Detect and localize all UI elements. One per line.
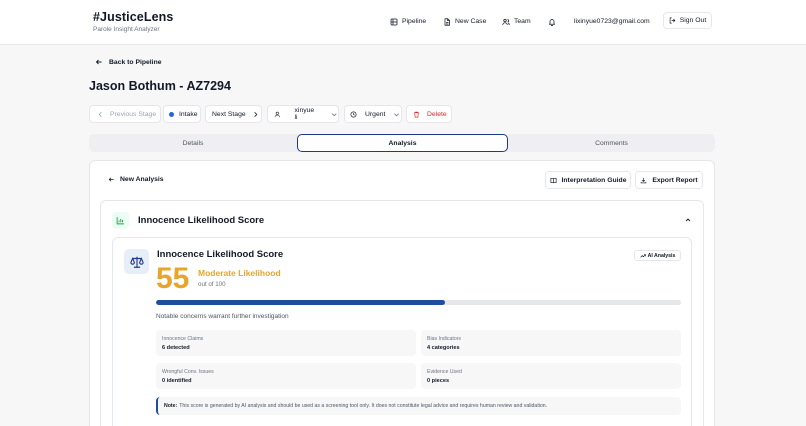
top-header: #JusticeLens Parole Insight Analyzer Pip… bbox=[0, 0, 806, 45]
arrow-left-icon bbox=[95, 59, 102, 65]
stat-value: 0 pieces bbox=[427, 378, 450, 384]
ai-analysis-label: AI Analysis bbox=[647, 252, 676, 259]
export-report-button[interactable]: Export Report bbox=[635, 171, 703, 189]
delete-button[interactable]: Delete bbox=[406, 105, 452, 123]
ai-analysis-badge: AI Analysis bbox=[634, 250, 681, 261]
brand[interactable]: #JusticeLens Parole Insight Analyzer bbox=[93, 10, 173, 33]
back-to-pipeline-link[interactable]: Back to Pipeline bbox=[95, 58, 162, 66]
score-value: 55 bbox=[156, 262, 190, 295]
nav-team[interactable]: Team bbox=[502, 14, 531, 29]
priority-select[interactable]: Urgent bbox=[344, 105, 402, 123]
page-title: Jason Bothum - AZ7294 bbox=[89, 79, 231, 93]
previous-stage-label: Previous Stage bbox=[110, 110, 157, 118]
tab-comments[interactable]: Comments bbox=[508, 134, 715, 152]
current-stage-label: Intake bbox=[179, 110, 198, 118]
document-icon bbox=[444, 17, 450, 26]
team-icon bbox=[502, 18, 510, 25]
score-card-title: Innocence Likelihood Score bbox=[157, 249, 284, 260]
brand-subtitle: Parole Insight Analyzer bbox=[93, 26, 160, 33]
stat-value: 4 categories bbox=[427, 345, 460, 351]
current-stage-badge: Intake bbox=[163, 105, 201, 123]
chevron-left-icon bbox=[98, 111, 102, 117]
previous-stage-button[interactable]: Previous Stage bbox=[89, 105, 161, 123]
bar-chart-icon bbox=[112, 212, 129, 229]
tab-details[interactable]: Details bbox=[89, 134, 297, 152]
stat-value: 0 identified bbox=[162, 378, 192, 384]
delete-label: Delete bbox=[427, 110, 447, 118]
logout-icon bbox=[669, 17, 676, 24]
score-progress-fill bbox=[156, 300, 445, 305]
user-icon bbox=[274, 111, 280, 117]
stat-label: Bias Indicators bbox=[427, 336, 462, 342]
stage-dot bbox=[169, 111, 174, 117]
bell-icon bbox=[548, 18, 556, 26]
sign-out-label: Sign Out bbox=[679, 17, 707, 24]
stat-wrongful-conviction-issues: Wrongful Conv. Issues 0 identified bbox=[156, 363, 416, 389]
chevron-right-icon bbox=[253, 111, 258, 117]
stat-label: Evidence Used bbox=[427, 369, 462, 375]
tab-bar: Details Analysis Comments bbox=[89, 134, 715, 152]
download-icon bbox=[641, 177, 647, 183]
note-text: This score is generated by AI analysis a… bbox=[179, 403, 548, 409]
nav-pipeline[interactable]: Pipeline bbox=[390, 14, 426, 29]
stat-label: Wrongful Conv. Issues bbox=[162, 369, 214, 375]
nav-team-label: Team bbox=[514, 18, 531, 25]
trash-icon bbox=[414, 111, 419, 117]
nav-pipeline-label: Pipeline bbox=[402, 18, 427, 25]
nav-new-case-label: New Case bbox=[455, 18, 487, 25]
stat-evidence-used: Evidence Used 0 pieces bbox=[421, 363, 681, 389]
ai-disclaimer-note: Note: This score is generated by AI anal… bbox=[156, 397, 681, 415]
stat-value: 6 detected bbox=[162, 345, 190, 351]
export-report-label: Export Report bbox=[652, 176, 698, 184]
priority-value: Urgent bbox=[365, 110, 386, 118]
book-icon bbox=[550, 177, 556, 183]
stat-innocence-claims: Innocence Claims 6 detected bbox=[156, 330, 416, 356]
next-stage-label: Next Stage bbox=[212, 110, 246, 118]
stat-bias-indicators: Bias Indicators 4 categories bbox=[421, 330, 681, 356]
sign-out-button[interactable]: Sign Out bbox=[663, 12, 712, 29]
likelihood-level: Moderate Likelihood bbox=[198, 268, 281, 278]
chevron-up-icon[interactable] bbox=[684, 216, 692, 224]
section-title: Innocence Likelihood Score bbox=[138, 215, 265, 226]
chevron-down-icon bbox=[332, 112, 338, 116]
score-summary: Notable concerns warrant further investi… bbox=[156, 313, 289, 320]
interpretation-guide-label: Interpretation Guide bbox=[561, 176, 627, 184]
score-progress-bar bbox=[156, 300, 681, 305]
notifications-button[interactable] bbox=[548, 14, 560, 29]
clock-icon bbox=[350, 111, 357, 117]
tab-analysis[interactable]: Analysis bbox=[297, 134, 508, 152]
new-analysis-button[interactable]: New Analysis bbox=[108, 176, 164, 183]
user-email: lixinyue0723@gmail.com bbox=[574, 18, 650, 25]
back-label: Back to Pipeline bbox=[109, 58, 162, 66]
next-stage-button[interactable]: Next Stage bbox=[205, 105, 262, 123]
score-out-of: out of 100 bbox=[198, 281, 226, 288]
brand-title: #JusticeLens bbox=[93, 10, 174, 24]
interpretation-guide-button[interactable]: Interpretation Guide bbox=[545, 171, 631, 189]
assignee-select[interactable]: xinyue li bbox=[267, 105, 339, 123]
note-label: Note: bbox=[164, 403, 178, 409]
scale-icon bbox=[124, 249, 149, 274]
trending-up-icon bbox=[639, 253, 646, 258]
chevron-down-icon bbox=[394, 112, 400, 116]
arrow-left-icon bbox=[108, 177, 114, 182]
new-analysis-label: New Analysis bbox=[120, 176, 164, 183]
stat-label: Innocence Claims bbox=[162, 336, 204, 342]
pipeline-icon bbox=[390, 18, 398, 25]
assignee-value: xinyue li bbox=[294, 107, 315, 121]
nav-new-case[interactable]: New Case bbox=[443, 14, 486, 29]
